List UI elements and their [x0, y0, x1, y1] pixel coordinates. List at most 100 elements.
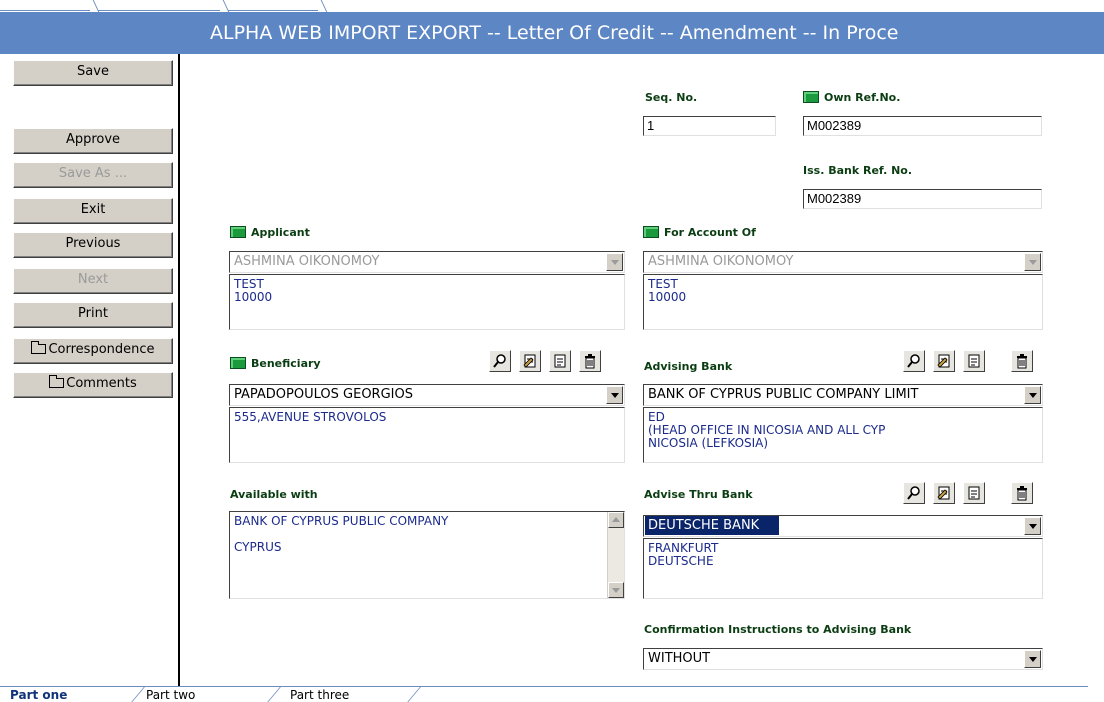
- previous-button-label: Previous: [65, 236, 121, 251]
- exit-button[interactable]: Exit: [13, 198, 173, 224]
- beneficiary-delete-button[interactable]: [579, 350, 601, 372]
- confirmation-instructions-select-value: WITHOUT: [648, 651, 711, 666]
- address-line: DEUTSCHE: [648, 554, 714, 568]
- applicant-label-text: Applicant: [251, 226, 310, 239]
- flag-icon: [803, 91, 819, 103]
- address-line: 10000: [234, 290, 273, 304]
- advise-thru-bank-select-value: DEUTSCHE BANK: [645, 516, 780, 535]
- advising-bank-document-button[interactable]: [963, 350, 985, 372]
- beneficiary-select[interactable]: PAPADOPOULOS GEORGIOS: [229, 384, 625, 406]
- advise-thru-bank-document-button[interactable]: [963, 482, 985, 504]
- confirmation-instructions-select[interactable]: WITHOUT: [643, 648, 1043, 670]
- top-tab-2[interactable]: [98, 0, 220, 11]
- folder-icon: [49, 374, 65, 388]
- approve-button-label: Approve: [65, 132, 121, 147]
- applicant-label: Applicant: [230, 226, 310, 239]
- iss-bank-ref-no-label: Iss. Bank Ref. No.: [803, 164, 913, 177]
- text-line: [234, 528, 602, 541]
- address-line: NICOSIA (LEFKOSIA): [648, 436, 769, 450]
- seq-no-field[interactable]: 1: [643, 116, 776, 136]
- approve-button[interactable]: Approve: [13, 128, 173, 154]
- dropdown-arrow-icon[interactable]: [606, 386, 623, 404]
- applicant-select[interactable]: ASHMINA OIKONOMOY: [229, 251, 625, 273]
- tab-part-two[interactable]: Part two: [146, 688, 195, 702]
- advise-thru-bank-delete-button[interactable]: [1011, 482, 1033, 504]
- dropdown-arrow-icon[interactable]: [1024, 253, 1041, 271]
- comments-button[interactable]: Comments: [13, 372, 173, 398]
- beneficiary-edit-button[interactable]: [519, 350, 541, 372]
- document-icon: [554, 354, 566, 368]
- edit-document-icon: [523, 354, 536, 368]
- comments-button-label: Comments: [66, 376, 137, 391]
- address-line: TEST: [234, 277, 264, 291]
- save-button[interactable]: Save: [13, 60, 173, 86]
- address-line: TEST: [648, 277, 678, 291]
- beneficiary-address[interactable]: 555,AVENUE STROVOLOS: [229, 407, 625, 463]
- search-icon: [493, 354, 506, 368]
- advising-bank-delete-button[interactable]: [1011, 350, 1033, 372]
- bottom-tab-line: [0, 686, 1088, 687]
- top-tab-3[interactable]: [228, 0, 318, 11]
- search-icon: [907, 486, 920, 500]
- for-account-of-address[interactable]: TEST 10000: [643, 274, 1043, 330]
- dropdown-arrow-icon[interactable]: [1024, 517, 1041, 535]
- advise-thru-bank-search-button[interactable]: [903, 482, 925, 504]
- document-icon: [968, 354, 980, 368]
- advise-thru-bank-address[interactable]: FRANKFURT DEUTSCHE: [643, 538, 1043, 599]
- print-button-label: Print: [78, 306, 108, 321]
- dropdown-arrow-icon[interactable]: [1024, 386, 1041, 404]
- own-ref-no-label: Own Ref.No.: [803, 91, 900, 104]
- tab-separator: [267, 686, 282, 702]
- for-account-of-label-text: For Account Of: [664, 226, 756, 239]
- folder-icon: [31, 340, 47, 354]
- flag-icon: [230, 226, 246, 238]
- applicant-select-value: ASHMINA OIKONOMOY: [234, 254, 380, 269]
- advising-bank-label: Advising Bank: [644, 360, 733, 373]
- save-as-button-label: Save As ...: [58, 166, 128, 181]
- dropdown-arrow-icon[interactable]: [606, 253, 623, 271]
- print-button[interactable]: Print: [13, 302, 173, 328]
- applicant-address[interactable]: TEST 10000: [229, 274, 625, 330]
- advise-thru-bank-edit-button[interactable]: [933, 482, 955, 504]
- beneficiary-document-button[interactable]: [549, 350, 571, 372]
- sidebar: Save Approve Save As ... Exit Previous N…: [0, 54, 180, 687]
- beneficiary-select-value: PAPADOPOULOS GEORGIOS: [234, 387, 413, 402]
- available-with-textarea[interactable]: BANK OF CYPRUS PUBLIC COMPANY CYPRUS: [229, 511, 625, 599]
- trash-icon: [1017, 354, 1027, 369]
- beneficiary-search-button[interactable]: [489, 350, 511, 372]
- advise-thru-bank-label: Advise Thru Bank: [644, 488, 753, 501]
- advising-bank-edit-button[interactable]: [933, 350, 955, 372]
- for-account-of-select[interactable]: ASHMINA OIKONOMOY: [643, 251, 1043, 273]
- for-account-of-select-value: ASHMINA OIKONOMOY: [648, 254, 794, 269]
- iss-bank-ref-no-field[interactable]: M002389: [803, 189, 1042, 209]
- correspondence-button[interactable]: Correspondence: [13, 338, 173, 364]
- top-tab-strip: [0, 0, 1104, 12]
- own-ref-no-field[interactable]: M002389: [803, 116, 1042, 136]
- next-button-label: Next: [77, 272, 109, 287]
- flag-icon: [643, 226, 659, 238]
- own-ref-no-label-text: Own Ref.No.: [824, 91, 901, 104]
- advise-thru-bank-select[interactable]: DEUTSCHE BANK: [643, 515, 1043, 537]
- tab-part-one[interactable]: Part one: [10, 688, 67, 702]
- save-button-label: Save: [77, 64, 109, 79]
- correspondence-button-label: Correspondence: [48, 342, 155, 357]
- scroll-up-icon[interactable]: [608, 512, 624, 528]
- next-button[interactable]: Next: [13, 268, 173, 294]
- scroll-down-icon[interactable]: [608, 582, 624, 598]
- trash-icon: [1017, 486, 1027, 501]
- top-tab-1[interactable]: [0, 0, 90, 11]
- advising-bank-address[interactable]: ED (HEAD OFFICE IN NICOSIA AND ALL CYP N…: [643, 407, 1043, 463]
- previous-button[interactable]: Previous: [13, 232, 173, 258]
- dropdown-arrow-icon[interactable]: [1024, 650, 1041, 668]
- tab-separator: [131, 686, 146, 702]
- edit-document-icon: [937, 354, 950, 368]
- window-title-bar: ALPHA WEB IMPORT EXPORT -- Letter Of Cre…: [0, 12, 1104, 54]
- text-line: BANK OF CYPRUS PUBLIC COMPANY: [234, 514, 449, 528]
- save-as-button[interactable]: Save As ...: [13, 162, 173, 188]
- advising-bank-select[interactable]: BANK OF CYPRUS PUBLIC COMPANY LIMIT: [643, 384, 1043, 406]
- advising-bank-search-button[interactable]: [903, 350, 925, 372]
- tab-part-three[interactable]: Part three: [290, 688, 349, 702]
- scrollbar[interactable]: [607, 512, 624, 598]
- flag-icon: [230, 357, 246, 369]
- confirmation-instructions-label: Confirmation Instructions to Advising Ba…: [644, 623, 912, 636]
